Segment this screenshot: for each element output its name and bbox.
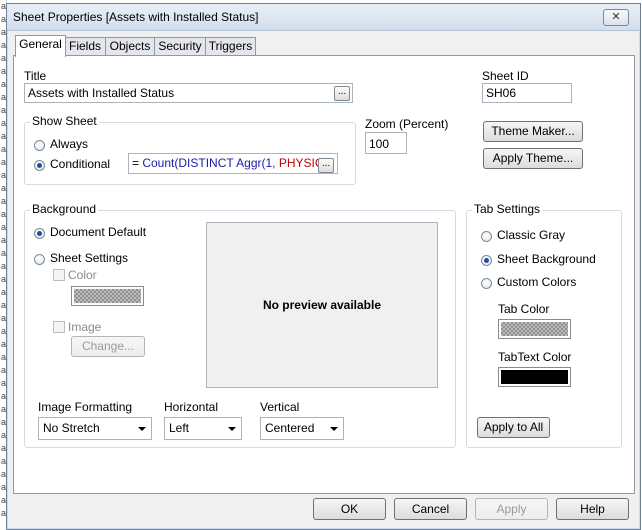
tab-triggers[interactable]: Triggers [205, 37, 256, 56]
general-tab-panel: Title Assets with Installed Status ... S… [13, 55, 635, 494]
title-input[interactable]: Assets with Installed Status [24, 83, 353, 103]
classic-gray-label: Classic Gray [497, 228, 566, 242]
horizontal-label: Horizontal [164, 400, 219, 414]
sheet-background-label: Sheet Background [497, 252, 596, 266]
help-button[interactable]: Help [556, 498, 629, 520]
tab-security[interactable]: Security [154, 37, 206, 56]
tab-color-label: Tab Color [498, 302, 550, 316]
ok-button[interactable]: OK [313, 498, 386, 520]
conditional-label: Conditional [50, 157, 111, 171]
always-radio[interactable] [34, 140, 45, 151]
chevron-down-icon [330, 427, 338, 431]
show-sheet-legend: Show Sheet [30, 114, 99, 128]
apply-button[interactable]: Apply [475, 498, 548, 520]
change-image-button[interactable]: Change... [71, 336, 145, 357]
sheet-settings-label: Sheet Settings [50, 251, 129, 265]
zoom-input[interactable]: 100 [365, 132, 407, 154]
classic-gray-radio[interactable] [481, 231, 492, 242]
close-icon: ✕ [611, 11, 621, 23]
zoom-label: Zoom (Percent) [365, 117, 449, 131]
tab-text-color-label: TabText Color [498, 350, 572, 364]
always-label: Always [50, 137, 89, 151]
condition-expression-input[interactable]: = Count(DISTINCT Aggr(1, PHYSIC [128, 153, 338, 174]
cancel-button[interactable]: Cancel [394, 498, 467, 520]
custom-colors-label: Custom Colors [497, 275, 577, 289]
vertical-select[interactable]: Centered [260, 417, 344, 440]
theme-maker-button[interactable]: Theme Maker... [483, 121, 583, 142]
sheet-id-input[interactable]: SH06 [482, 83, 572, 103]
background-legend: Background [30, 202, 99, 216]
vertical-label: Vertical [260, 400, 300, 414]
tab-general[interactable]: General [15, 35, 66, 57]
color-checkbox[interactable] [53, 269, 65, 281]
preview-text: No preview available [262, 298, 382, 312]
tab-settings-legend: Tab Settings [472, 202, 543, 216]
sheet-properties-dialog: Sheet Properties [Assets with Installed … [6, 3, 641, 530]
title-expression-button[interactable]: ... [334, 86, 350, 101]
tab-objects[interactable]: Objects [105, 37, 155, 56]
title-label: Title [24, 69, 47, 83]
tab-color-swatch[interactable] [498, 319, 571, 339]
document-default-label: Document Default [50, 225, 147, 239]
color-label: Color [68, 268, 97, 282]
chevron-down-icon [228, 427, 236, 431]
sheet-settings-radio[interactable] [34, 254, 45, 265]
document-default-radio[interactable] [34, 228, 45, 239]
image-formatting-label: Image Formatting [38, 400, 133, 414]
sheet-id-label: Sheet ID [482, 69, 529, 83]
tab-fields[interactable]: Fields [64, 37, 106, 56]
custom-colors-radio[interactable] [481, 278, 492, 289]
horizontal-select[interactable]: Left [164, 417, 242, 440]
image-checkbox[interactable] [53, 321, 65, 333]
apply-theme-button[interactable]: Apply Theme... [483, 148, 583, 169]
background-color-swatch[interactable] [71, 286, 144, 306]
chevron-down-icon [138, 427, 146, 431]
sheet-background-radio[interactable] [481, 255, 492, 266]
apply-to-all-button[interactable]: Apply to All [477, 417, 550, 438]
image-label: Image [68, 320, 102, 334]
close-button[interactable]: ✕ [603, 9, 629, 26]
condition-expression-button[interactable]: ... [318, 158, 334, 173]
title-bar[interactable]: Sheet Properties [Assets with Installed … [7, 4, 640, 31]
tab-text-color-swatch[interactable] [498, 367, 571, 387]
image-formatting-select[interactable]: No Stretch [38, 417, 152, 440]
background-preview: No preview available [206, 222, 438, 388]
conditional-radio[interactable] [34, 160, 45, 171]
window-title: Sheet Properties [Assets with Installed … [13, 10, 259, 24]
